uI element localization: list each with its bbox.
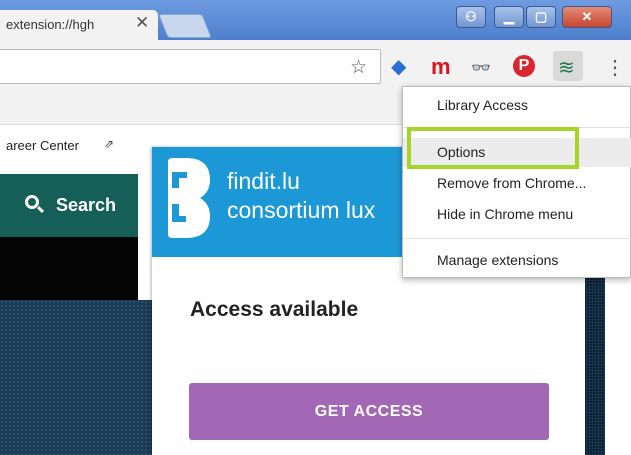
options-highlight-box [407,127,579,169]
m-extension-icon[interactable]: m [431,56,451,78]
mask-extension-icon[interactable]: 👓 [471,58,491,80]
search-button-label: Search [56,195,117,215]
new-tab-button[interactable] [158,14,212,38]
close-window-button[interactable]: ✕ [562,6,612,28]
findit-logo-icon [168,158,210,238]
chrome-menu-icon[interactable]: ⋮ [605,55,625,80]
tab-title: extension://hgh [6,17,95,32]
page-edge [605,258,631,455]
menu-item-library-access[interactable]: Library Access [437,97,528,113]
bookmark-star-icon[interactable]: ☆ [350,56,367,79]
menu-item-remove-from-chrome[interactable]: Remove from Chrome... [437,175,586,191]
menu-item-hide-in-chrome-menu[interactable]: Hide in Chrome menu [437,206,573,222]
layers-icon: ≋ [558,57,575,79]
background-texture [0,300,152,455]
access-heading: Access available [190,298,359,321]
menu-item-manage-extensions[interactable]: Manage extensions [437,252,558,268]
tab-close-icon[interactable]: ✕ [135,13,149,33]
maximize-button[interactable]: ▢ [526,6,556,28]
brand-name: findit.lu [227,168,300,194]
external-link-icon: ⇗ [104,137,115,151]
dark-banner [0,237,138,302]
diamond-extension-icon[interactable]: ◆ [391,56,406,78]
background-texture-right [585,258,605,455]
brand-subtitle: consortium lux [227,197,376,223]
profile-button[interactable]: ⚇ [456,6,486,28]
address-bar[interactable] [0,49,381,84]
minimize-button[interactable]: ▁ [494,6,524,28]
pinterest-extension-icon[interactable]: P [513,55,535,77]
career-center-link[interactable]: areer Center [6,138,79,153]
get-access-button[interactable]: GET ACCESS [189,383,549,440]
menu-divider [403,238,631,239]
